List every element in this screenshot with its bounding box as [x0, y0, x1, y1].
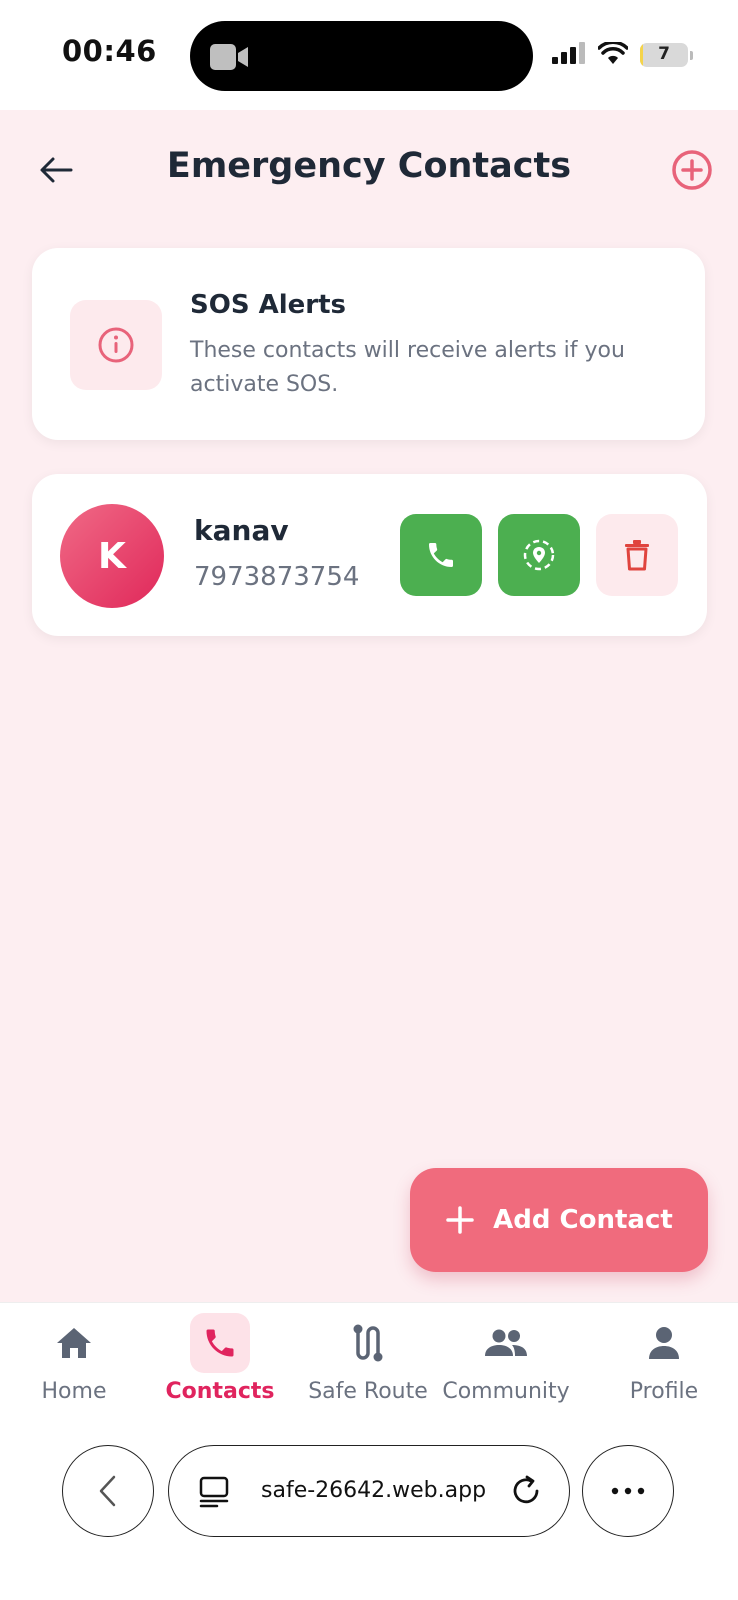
battery-indicator: 7 [640, 43, 688, 67]
add-contact-header-button[interactable] [670, 148, 714, 192]
nav-item-home[interactable]: Home [0, 1313, 148, 1413]
status-time: 00:46 [62, 34, 157, 68]
info-icon [98, 327, 134, 363]
trash-icon [625, 540, 649, 571]
delete-contact-button[interactable] [596, 514, 678, 596]
nav-label-home: Home [41, 1379, 107, 1404]
share-location-button[interactable] [498, 514, 580, 596]
bottom-navigation: Home Contacts Safe Route Community Profi… [0, 1302, 738, 1420]
info-icon-box [70, 300, 162, 390]
nav-label-safe-route: Safe Route [308, 1379, 428, 1404]
browser-more-button[interactable] [582, 1445, 674, 1537]
nav-active-indicator [190, 1313, 250, 1373]
wifi-icon [597, 40, 629, 68]
people-icon [485, 1329, 527, 1356]
nav-label-profile: Profile [629, 1379, 699, 1404]
status-bar: 00:46 7 [0, 0, 738, 110]
nav-item-community[interactable]: Community [432, 1313, 580, 1413]
battery-cap [690, 50, 693, 60]
chevron-left-icon [99, 1475, 116, 1507]
person-icon [649, 1327, 679, 1359]
sos-alerts-description: These contacts will receive alerts if yo… [190, 338, 625, 397]
sos-info-card: SOS Alerts These contacts will receive a… [32, 248, 705, 440]
reload-icon[interactable] [509, 1474, 543, 1512]
nav-item-profile[interactable]: Profile [590, 1313, 738, 1413]
nav-item-contacts[interactable]: Contacts [146, 1313, 294, 1413]
page-title: Emergency Contacts [166, 146, 572, 186]
call-contact-button[interactable] [400, 514, 482, 596]
more-dots-icon [611, 1487, 645, 1495]
address-bar[interactable]: safe-26642.web.app [168, 1445, 570, 1537]
nav-label-community: Community [442, 1379, 570, 1404]
cellular-signal-icon [552, 42, 586, 68]
page-header: Emergency Contacts [0, 140, 738, 200]
url-text: safe-26642.web.app [261, 1478, 487, 1503]
location-share-icon [523, 539, 555, 571]
route-icon [353, 1324, 383, 1362]
add-contact-label: Add Contact [493, 1205, 673, 1235]
phone-icon [429, 543, 453, 567]
battery-level: 7 [658, 44, 670, 64]
phone-icon [206, 1329, 234, 1357]
contact-phone: 7973873754 [194, 562, 360, 592]
browser-toolbar: safe-26642.web.app [0, 1420, 738, 1600]
nav-item-safe-route[interactable]: Safe Route [294, 1313, 442, 1413]
contact-card: K kanav 7973873754 [32, 474, 707, 636]
contact-name: kanav [194, 514, 289, 547]
nav-label-contacts: Contacts [165, 1379, 275, 1404]
add-contact-button[interactable]: Add Contact [410, 1168, 708, 1272]
status-icons: 7 [552, 40, 693, 68]
contact-avatar: K [60, 504, 164, 608]
dynamic-island [190, 21, 533, 91]
plus-icon [446, 1206, 474, 1234]
main-content: Emergency Contacts SOS Alerts These cont… [0, 110, 738, 1302]
sos-alerts-title: SOS Alerts [190, 290, 346, 320]
page-menu-icon[interactable] [199, 1476, 229, 1512]
video-camera-icon [210, 44, 250, 74]
plus-circle-icon [672, 150, 712, 190]
browser-back-button[interactable] [62, 1445, 154, 1537]
home-icon [57, 1328, 91, 1358]
